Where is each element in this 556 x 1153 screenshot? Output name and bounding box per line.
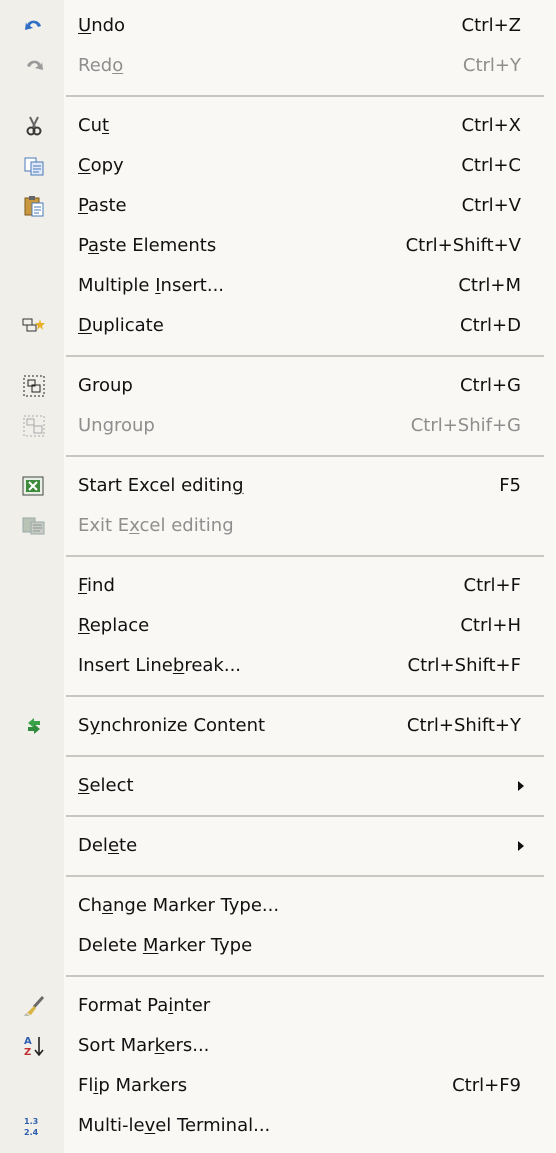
paintbrush-icon: [22, 994, 46, 1018]
menu-item-cut[interactable]: Cut Ctrl+X: [0, 106, 556, 146]
menu-item-insert-linebreak[interactable]: Insert Linebreak... Ctrl+Shift+F: [0, 646, 556, 686]
scissors-icon: [22, 114, 46, 138]
excel-exit-icon: [22, 514, 46, 538]
menu-item-paste-elements[interactable]: Paste Elements Ctrl+Shift+V: [0, 226, 556, 266]
menu-item-sort-markers[interactable]: AZ Sort Markers...: [0, 1026, 556, 1066]
shortcut-insert-linebreak: Ctrl+Shift+F: [407, 655, 521, 676]
separator: [0, 86, 556, 106]
shortcut-duplicate: Ctrl+D: [460, 315, 521, 336]
shortcut-ungroup: Ctrl+Shif+G: [410, 415, 521, 436]
shortcut-paste: Ctrl+V: [461, 195, 521, 216]
menu-item-change-marker-type[interactable]: Change Marker Type...: [0, 886, 556, 926]
submenu-arrow-icon: [518, 841, 524, 851]
shortcut-find: Ctrl+F: [463, 575, 521, 596]
group-icon: [22, 374, 46, 398]
shortcut-flip-markers: Ctrl+F9: [452, 1075, 521, 1096]
svg-text:Z: Z: [24, 1047, 31, 1058]
svg-text:2.4: 2.4: [24, 1128, 39, 1137]
separator: [0, 966, 556, 986]
duplicate-icon: [22, 314, 46, 338]
multi-level-icon: 1.3 2.4: [22, 1114, 46, 1138]
menu-item-format-painter[interactable]: Format Painter: [0, 986, 556, 1026]
shortcut-group: Ctrl+G: [459, 375, 521, 396]
separator: [0, 806, 556, 826]
separator: [0, 446, 556, 466]
shortcut-copy: Ctrl+C: [461, 155, 521, 176]
sort-az-icon: AZ: [22, 1034, 46, 1058]
shortcut-multiple-insert: Ctrl+M: [458, 275, 521, 296]
menu-item-replace[interactable]: Replace Ctrl+H: [0, 606, 556, 646]
shortcut-undo: Ctrl+Z: [461, 15, 521, 36]
shortcut-cut: Ctrl+X: [461, 115, 521, 136]
redo-icon: [22, 54, 46, 78]
shortcut-paste-elements: Ctrl+Shift+V: [405, 235, 521, 256]
separator: [0, 746, 556, 766]
menu-item-exit-excel-editing[interactable]: Exit Excel editing: [0, 506, 556, 546]
menu-item-synchronize-content[interactable]: Synchronize Content Ctrl+Shift+Y: [0, 706, 556, 746]
excel-icon: [22, 474, 46, 498]
menu-item-undo[interactable]: Undo Ctrl+Z: [0, 6, 556, 46]
menu-item-select[interactable]: Select: [0, 766, 556, 806]
ungroup-icon: [22, 414, 46, 438]
menu-item-group[interactable]: Group Ctrl+G: [0, 366, 556, 406]
clipboard-icon: [22, 194, 46, 218]
separator: [0, 866, 556, 886]
separator: [0, 546, 556, 566]
menu-item-start-excel-editing[interactable]: Start Excel editing F5: [0, 466, 556, 506]
shortcut-synchronize: Ctrl+Shift+Y: [406, 715, 521, 736]
submenu-arrow-icon: [518, 781, 524, 791]
edit-context-menu: Undo Ctrl+Z Redo Ctrl+Y Cut Ctrl+X Copy …: [0, 0, 556, 1146]
menu-item-delete-marker-type[interactable]: Delete Marker Type: [0, 926, 556, 966]
menu-item-paste[interactable]: Paste Ctrl+V: [0, 186, 556, 226]
menu-item-find[interactable]: Find Ctrl+F: [0, 566, 556, 606]
copy-icon: [22, 154, 46, 178]
undo-icon: [22, 14, 46, 38]
menu-item-ungroup[interactable]: Ungroup Ctrl+Shif+G: [0, 406, 556, 446]
menu-item-multiple-insert[interactable]: Multiple Insert... Ctrl+M: [0, 266, 556, 306]
sync-icon: [22, 714, 46, 738]
menu-item-multi-level-terminal[interactable]: 1.3 2.4 Multi-level Terminal...: [0, 1106, 556, 1146]
separator: [0, 346, 556, 366]
separator: [0, 686, 556, 706]
svg-text:1.3: 1.3: [24, 1117, 38, 1126]
menu-item-redo[interactable]: Redo Ctrl+Y: [0, 46, 556, 86]
menu-item-delete[interactable]: Delete: [0, 826, 556, 866]
shortcut-redo: Ctrl+Y: [462, 55, 521, 76]
menu-item-copy[interactable]: Copy Ctrl+C: [0, 146, 556, 186]
shortcut-replace: Ctrl+H: [460, 615, 521, 636]
shortcut-start-excel: F5: [499, 475, 521, 496]
svg-text:A: A: [24, 1036, 32, 1047]
menu-item-flip-markers[interactable]: Flip Markers Ctrl+F9: [0, 1066, 556, 1106]
menu-item-duplicate[interactable]: Duplicate Ctrl+D: [0, 306, 556, 346]
